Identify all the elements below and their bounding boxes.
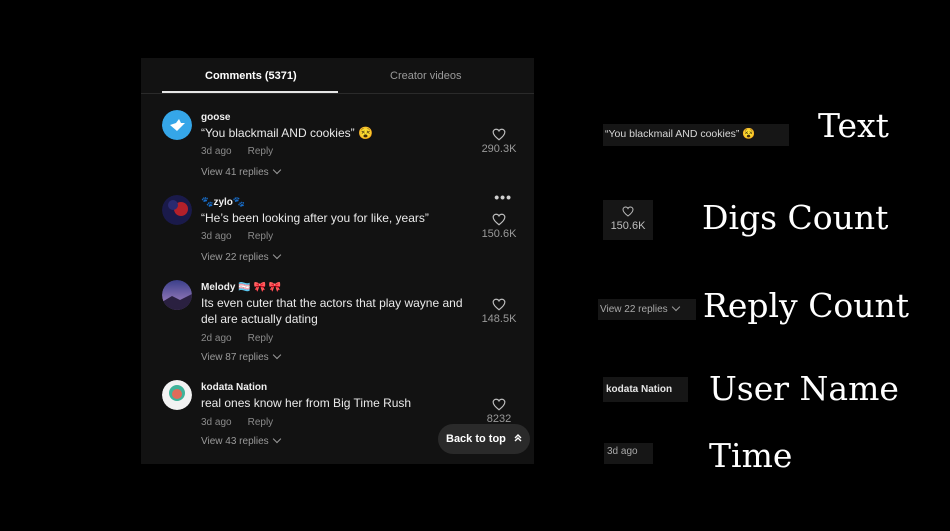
comment-time: 3d ago bbox=[201, 231, 232, 242]
reply-button[interactable]: Reply bbox=[248, 333, 274, 344]
heart-icon[interactable] bbox=[492, 128, 506, 141]
comment-meta: 3d ago Reply bbox=[201, 146, 273, 157]
reply-button[interactable]: Reply bbox=[248, 417, 274, 428]
view-replies-button[interactable]: View 87 replies bbox=[201, 350, 281, 363]
like-count: 148.5K bbox=[481, 313, 517, 325]
comment-time: 3d ago bbox=[201, 417, 232, 428]
chevron-down-icon bbox=[272, 350, 281, 360]
reply-button[interactable]: Reply bbox=[248, 146, 274, 157]
heart-icon bbox=[622, 206, 634, 217]
like-group[interactable]: 148.5K bbox=[474, 298, 524, 325]
comment-text: real ones know her from Big Time Rush bbox=[201, 396, 412, 410]
view-replies-button[interactable]: View 22 replies bbox=[201, 250, 281, 263]
comment-text: Its even cuter that the actors that play… bbox=[201, 296, 463, 326]
view-replies-label: View 87 replies bbox=[201, 352, 269, 363]
annotation-sample-user: kodata Nation bbox=[603, 377, 688, 402]
comment-text: “He’s been looking after you for like, y… bbox=[201, 211, 429, 225]
like-group[interactable]: 150.6K bbox=[474, 213, 524, 240]
heart-icon[interactable] bbox=[492, 213, 506, 226]
annotation-sample-time: 3d ago bbox=[604, 443, 653, 464]
annotation-digs-count: 150.6K bbox=[610, 220, 646, 232]
comment-meta: 3d ago Reply bbox=[201, 231, 273, 242]
annotation-sample-reply: View 22 replies bbox=[598, 299, 696, 320]
heart-icon[interactable] bbox=[492, 398, 506, 411]
tab-creator-videos[interactable]: Creator videos bbox=[390, 70, 462, 82]
view-replies-button[interactable]: View 43 replies bbox=[201, 434, 281, 447]
view-replies-button[interactable]: View 41 replies bbox=[201, 165, 281, 178]
comment-time: 3d ago bbox=[201, 146, 232, 157]
comments-panel: Comments (5371) Creator videos goose “Yo… bbox=[141, 58, 534, 464]
comment-meta: 3d ago Reply bbox=[201, 417, 273, 428]
username[interactable]: 🐾zylo🐾 bbox=[201, 197, 245, 208]
username[interactable]: goose bbox=[201, 112, 230, 123]
more-options-icon[interactable]: ••• bbox=[494, 189, 512, 205]
username[interactable]: kodata Nation bbox=[201, 382, 267, 393]
annotation-reply-count: View 22 replies bbox=[600, 304, 668, 315]
view-replies-label: View 22 replies bbox=[201, 252, 269, 263]
tab-comments[interactable]: Comments (5371) bbox=[205, 70, 297, 82]
reply-button[interactable]: Reply bbox=[248, 231, 274, 242]
avatar[interactable] bbox=[162, 380, 192, 410]
avatar[interactable] bbox=[162, 195, 192, 225]
like-group[interactable]: 290.3K bbox=[474, 128, 524, 155]
annotation-sample-text: “You blackmail AND cookies” 😵 bbox=[603, 124, 789, 146]
double-chevron-up-icon bbox=[514, 434, 522, 442]
comment-time: 2d ago bbox=[201, 333, 232, 344]
annotation-sample-digs: 150.6K bbox=[603, 200, 653, 240]
annotation-label-digs: Digs Count bbox=[702, 198, 889, 237]
back-to-top-label: Back to top bbox=[446, 433, 506, 445]
annotation-label-time: Time bbox=[709, 436, 793, 475]
chevron-down-icon bbox=[272, 250, 281, 260]
annotation-label-reply: Reply Count bbox=[703, 286, 910, 325]
like-group[interactable]: 8232 bbox=[474, 398, 524, 425]
heart-icon[interactable] bbox=[492, 298, 506, 311]
chevron-down-icon bbox=[272, 434, 281, 444]
username[interactable]: Melody 🏳️‍⚧️ 🎀 🎀 bbox=[201, 282, 281, 293]
annotation-label-user: User Name bbox=[709, 369, 899, 408]
avatar[interactable] bbox=[162, 280, 192, 310]
like-count: 290.3K bbox=[481, 143, 517, 155]
comment-meta: 2d ago Reply bbox=[201, 333, 273, 344]
annotation-label-text: Text bbox=[818, 106, 889, 145]
comment-text: “You blackmail AND cookies” 😵 bbox=[201, 126, 373, 140]
chevron-down-icon bbox=[671, 302, 680, 312]
view-replies-label: View 43 replies bbox=[201, 436, 269, 447]
tab-bar: Comments (5371) Creator videos bbox=[141, 58, 534, 94]
avatar[interactable] bbox=[162, 110, 192, 140]
active-tab-indicator bbox=[162, 91, 338, 93]
like-count: 150.6K bbox=[481, 228, 517, 240]
view-replies-label: View 41 replies bbox=[201, 167, 269, 178]
back-to-top-button[interactable]: Back to top bbox=[438, 424, 530, 454]
chevron-down-icon bbox=[272, 165, 281, 175]
